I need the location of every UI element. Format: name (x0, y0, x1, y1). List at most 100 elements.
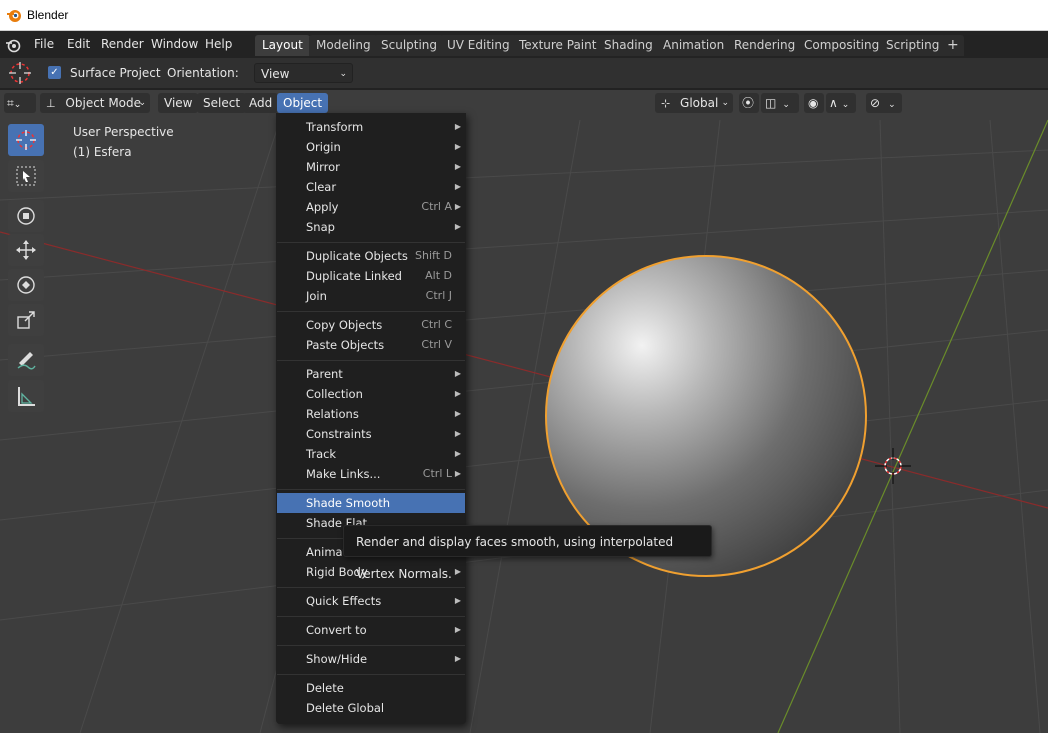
tab-animation[interactable]: Animation (656, 35, 732, 56)
menu-item-duplicate-linked[interactable]: Duplicate Linked Alt D (277, 266, 465, 286)
menu-item-apply[interactable]: Apply Ctrl A ▶ (277, 197, 465, 217)
menu-item-label: Shade Smooth (306, 496, 391, 510)
menu-item-label: Origin (306, 140, 341, 154)
menu-item-delete-global[interactable]: Delete Global (277, 698, 465, 718)
menu-separator (277, 489, 465, 490)
tab-rendering[interactable]: Rendering (727, 35, 803, 56)
tab-modeling[interactable]: Modeling (309, 35, 378, 56)
submenu-arrow-icon: ▶ (454, 222, 461, 231)
axes-icon: ⊹ (661, 97, 671, 110)
submenu-arrow-icon: ▶ (454, 654, 461, 663)
tool-annotate[interactable] (8, 344, 44, 376)
menu-file[interactable]: File (34, 37, 54, 51)
tool-measure[interactable] (8, 380, 44, 412)
tool-select-box[interactable] (8, 160, 44, 192)
pivot-dropdown[interactable]: ⊘ ⌄ (866, 93, 902, 113)
falloff-dropdown[interactable]: ∧ ⌄ (826, 93, 856, 113)
submenu-arrow-icon: ▶ (454, 596, 461, 605)
menu-separator (277, 242, 465, 243)
menu-item-constraints[interactable]: Constraints ▶ (277, 424, 465, 444)
rotate-icon (17, 276, 35, 294)
snap-toggle[interactable]: ⦿ (739, 93, 759, 113)
menu-item-collection[interactable]: Collection ▶ (277, 384, 465, 404)
tab-texture-paint[interactable]: Texture Paint (512, 35, 604, 56)
menu-help[interactable]: Help (205, 37, 232, 51)
menu-item-label: Copy Objects (306, 318, 383, 332)
tool-translate[interactable] (8, 234, 44, 266)
orientation-dropdown[interactable]: View ⌄ (254, 63, 353, 83)
snap-target-dropdown[interactable]: ◫ ⌄ (761, 93, 799, 113)
menu-item-label: Make Links... (306, 467, 381, 481)
menu-render[interactable]: Render (101, 37, 144, 51)
menu-add[interactable]: Add (243, 93, 279, 113)
menu-item-join[interactable]: Join Ctrl J (277, 286, 465, 306)
menu-item-shortcut: Ctrl J (425, 289, 452, 302)
menu-item-shortcut: Shift D (415, 249, 452, 262)
menu-item-shortcut: Alt D (425, 269, 452, 282)
menu-item-clear[interactable]: Clear ▶ (277, 177, 465, 197)
submenu-arrow-icon: ▶ (454, 449, 461, 458)
menu-item-label: Delete (306, 681, 344, 695)
menu-item-show-hide[interactable]: Show/Hide ▶ (277, 649, 465, 669)
menu-item-paste-objects[interactable]: Paste Objects Ctrl V (277, 335, 465, 355)
menu-item-duplicate-objects[interactable]: Duplicate Objects Shift D (277, 246, 465, 266)
submenu-arrow-icon: ▶ (454, 182, 461, 191)
window-title: Blender (27, 8, 69, 22)
menu-item-copy-objects[interactable]: Copy Objects Ctrl C (277, 315, 465, 335)
add-workspace-button[interactable]: + (942, 35, 964, 56)
menu-item-transform[interactable]: Transform ▶ (277, 117, 465, 137)
menu-object[interactable]: Object (277, 93, 329, 113)
menu-select[interactable]: Select (197, 93, 247, 113)
tool-rotate[interactable] (8, 269, 44, 301)
surface-project-label: Surface Project (70, 66, 161, 80)
tool-scale[interactable] (8, 304, 44, 336)
mode-value: Object Mode (65, 96, 142, 110)
3d-viewport[interactable] (0, 90, 1048, 733)
top-menu-bar: File Edit Render Window Help Layout Mode… (0, 31, 1048, 58)
submenu-arrow-icon: ▶ (454, 142, 461, 151)
tab-compositing[interactable]: Compositing (797, 35, 887, 56)
menu-item-relations[interactable]: Relations ▶ (277, 404, 465, 424)
menu-item-label: Apply (306, 200, 339, 214)
tab-sculpting[interactable]: Sculpting (374, 35, 445, 56)
tab-layout[interactable]: Layout (255, 35, 310, 56)
menu-view[interactable]: View (158, 93, 199, 113)
mode-dropdown[interactable]: ⊥ Object Mode ⌄ (40, 93, 150, 113)
menu-item-mirror[interactable]: Mirror ▶ (277, 157, 465, 177)
submenu-arrow-icon: ▶ (454, 389, 461, 398)
menu-item-shortcut: Ctrl A (421, 200, 452, 213)
menu-item-track[interactable]: Track ▶ (277, 444, 465, 464)
menu-separator (277, 674, 465, 675)
tab-scripting[interactable]: Scripting (879, 35, 947, 56)
menu-item-parent[interactable]: Parent ▶ (277, 364, 465, 384)
editor-type-button[interactable]: ⌗⌄ (4, 93, 36, 113)
cursor-icon (16, 130, 36, 150)
menu-item-origin[interactable]: Origin ▶ (277, 137, 465, 157)
cursor-tool-icon[interactable] (7, 60, 33, 86)
menu-item-snap[interactable]: Snap ▶ (277, 217, 465, 237)
menu-item-make-links[interactable]: Make Links... Ctrl L ▶ (277, 464, 465, 484)
submenu-arrow-icon: ▶ (454, 625, 461, 634)
tool-cursor[interactable] (8, 124, 44, 156)
blender-menu-icon[interactable] (5, 37, 21, 53)
tab-shading[interactable]: Shading (597, 35, 660, 56)
submenu-arrow-icon: ▶ (454, 429, 461, 438)
chevron-down-icon: ⌄ (339, 69, 347, 79)
transform-orientation-dropdown[interactable]: ⊹ Global ⌄ (655, 93, 733, 113)
menu-item-label: Mirror (306, 160, 340, 174)
viewport-perspective-label: User Perspective (73, 125, 174, 139)
surface-project-checkbox[interactable]: ✓ (48, 66, 61, 79)
tab-uv-editing[interactable]: UV Editing (440, 35, 517, 56)
proportional-edit-toggle[interactable]: ◉ (804, 93, 824, 113)
menu-item-shade-smooth[interactable]: Shade Smooth (277, 493, 465, 513)
menu-window[interactable]: Window (151, 37, 198, 51)
orientation-value: View (261, 67, 290, 81)
menu-item-label: Snap (306, 220, 335, 234)
tool-move[interactable] (8, 200, 44, 232)
menu-item-delete[interactable]: Delete (277, 678, 465, 698)
menu-item-quick-effects[interactable]: Quick Effects ▶ (277, 591, 465, 611)
menu-item-shortcut: Ctrl C (421, 318, 452, 331)
menu-separator (277, 360, 465, 361)
menu-edit[interactable]: Edit (67, 37, 90, 51)
menu-item-convert-to[interactable]: Convert to ▶ (277, 620, 465, 640)
